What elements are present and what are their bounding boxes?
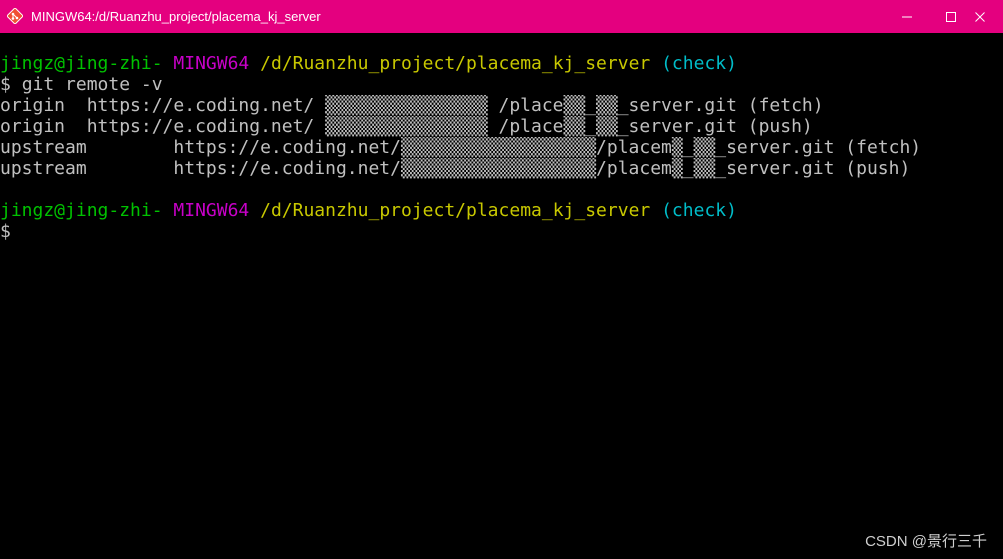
- close-icon: [975, 11, 985, 22]
- minimize-button[interactable]: [884, 0, 930, 33]
- prompt-branch: (check): [661, 200, 737, 221]
- prompt-env: MINGW64: [173, 200, 250, 221]
- prompt-symbol: $: [0, 221, 11, 242]
- input-line[interactable]: $: [0, 221, 1003, 242]
- command-text: git remote -v: [21, 74, 163, 95]
- output-line: origin https://e.coding.net/ ▒▒▒▒▒▒▒▒▒▒▒…: [0, 116, 813, 137]
- prompt-user-host: jingz@jing-zhi-: [0, 200, 163, 221]
- prompt-env: MINGW64: [173, 53, 250, 74]
- terminal-window: MINGW64:/d/Ruanzhu_project/placema_kj_se…: [0, 0, 1003, 559]
- prompt-path: /d/Ruanzhu_project/placema_kj_server: [260, 53, 651, 74]
- prompt-symbol: $: [0, 74, 11, 95]
- output-line: origin https://e.coding.net/ ▒▒▒▒▒▒▒▒▒▒▒…: [0, 95, 824, 116]
- maximize-icon: [946, 11, 956, 22]
- terminal-output[interactable]: jingz@jing-zhi- MINGW64 /d/Ruanzhu_proje…: [0, 53, 1003, 533]
- window-title: MINGW64:/d/Ruanzhu_project/placema_kj_se…: [31, 9, 321, 24]
- output-line: upstream https://e.coding.net/▒▒▒▒▒▒▒▒▒▒…: [0, 137, 922, 158]
- command-line: $ git remote -v: [0, 74, 1003, 95]
- close-button[interactable]: [957, 0, 1003, 33]
- watermark: CSDN @景行三千: [865, 533, 987, 550]
- git-bash-icon: [7, 8, 23, 24]
- minimize-icon: [902, 16, 912, 17]
- prompt-path: /d/Ruanzhu_project/placema_kj_server: [260, 200, 651, 221]
- prompt-line: jingz@jing-zhi- MINGW64 /d/Ruanzhu_proje…: [0, 53, 1003, 74]
- output-line: upstream https://e.coding.net/▒▒▒▒▒▒▒▒▒▒…: [0, 158, 911, 179]
- title-bar[interactable]: MINGW64:/d/Ruanzhu_project/placema_kj_se…: [0, 0, 1003, 33]
- prompt-line: jingz@jing-zhi- MINGW64 /d/Ruanzhu_proje…: [0, 200, 1003, 221]
- prompt-branch: (check): [661, 53, 737, 74]
- prompt-user-host: jingz@jing-zhi-: [0, 53, 163, 74]
